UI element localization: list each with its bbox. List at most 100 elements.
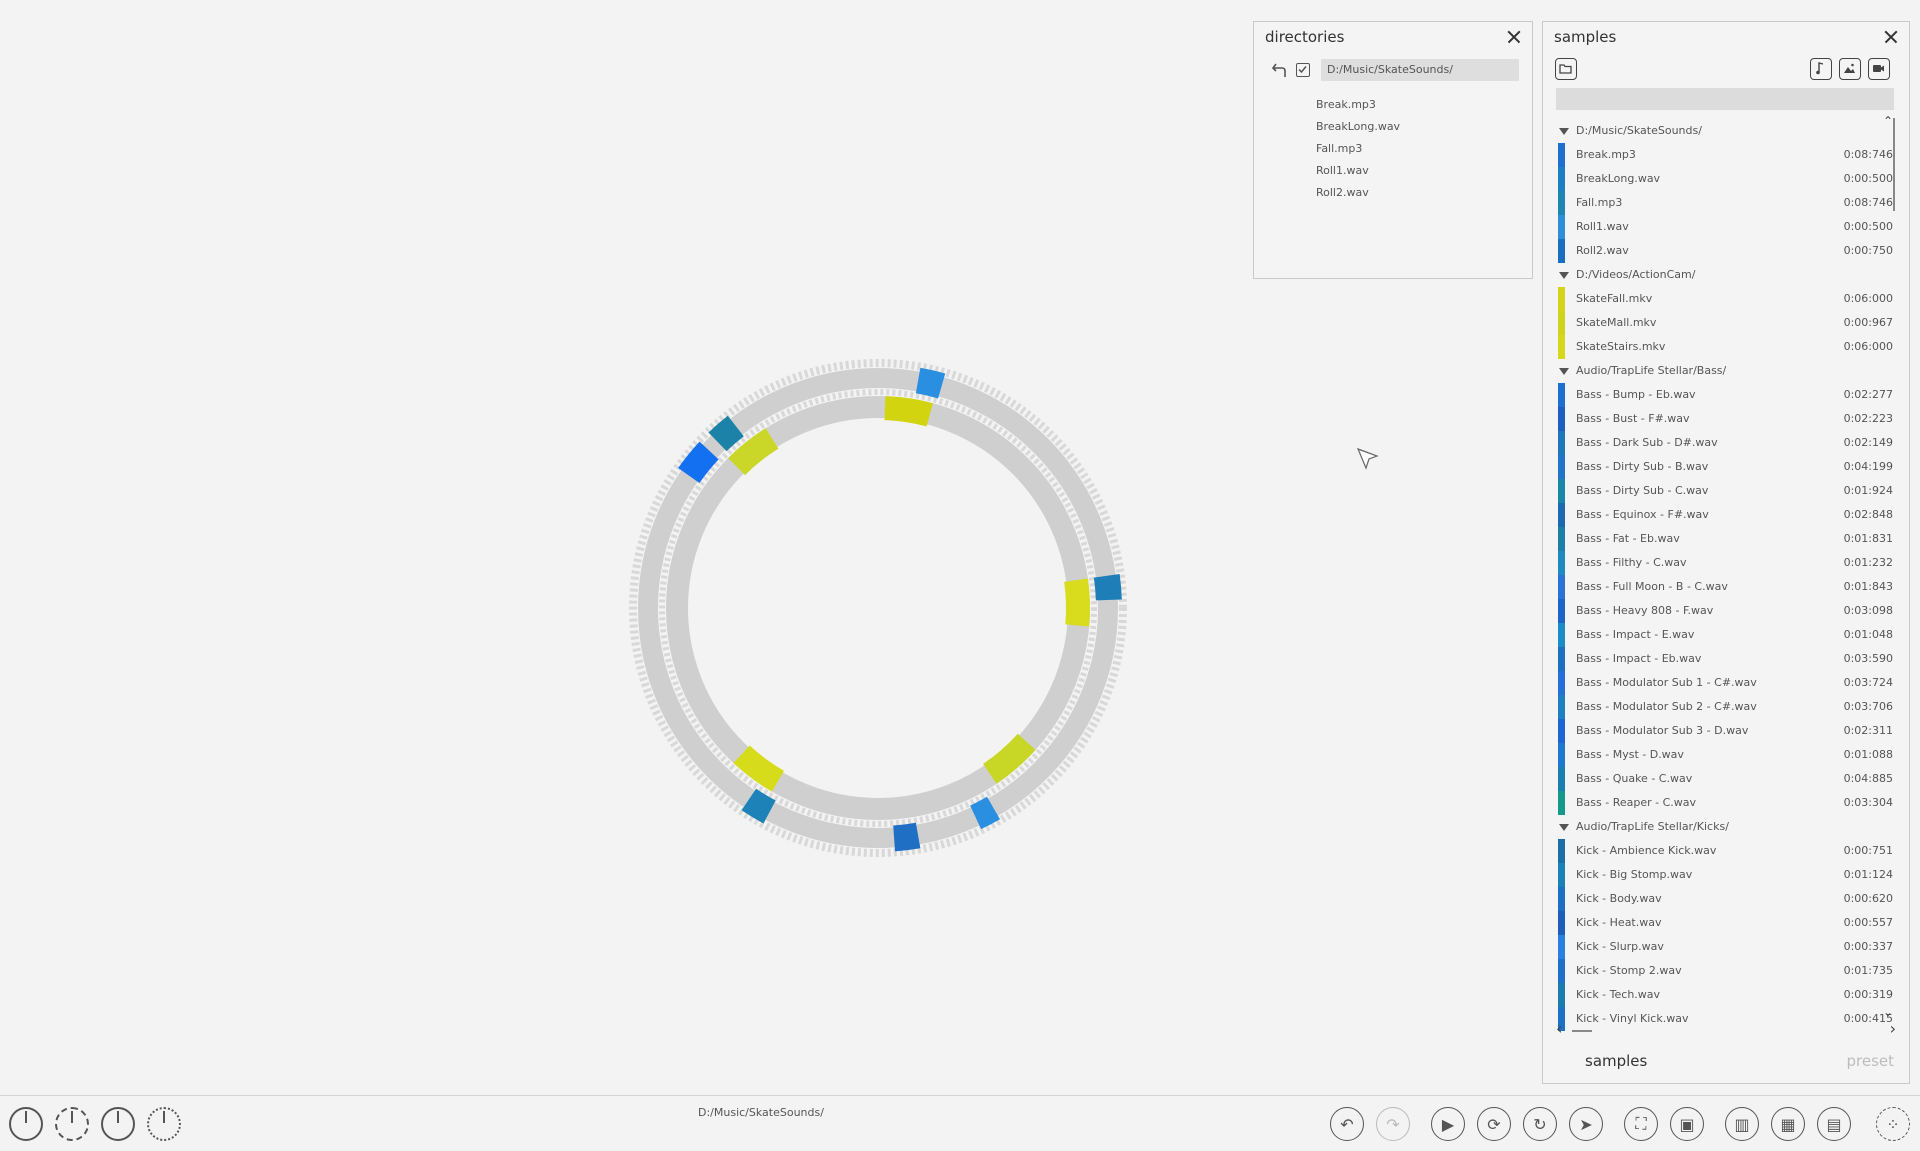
sample-color-bar (1558, 599, 1565, 623)
keyboard-button[interactable]: ▥ (1725, 1107, 1759, 1141)
sample-row[interactable]: Bass - Dirty Sub - C.wav 0:01:924 (1543, 479, 1893, 503)
scroll-up-chevron-icon[interactable]: ⌃ (1883, 114, 1893, 128)
sample-duration: 0:06:000 (1843, 292, 1893, 305)
horizontal-scrollbar[interactable]: ‹ › (1556, 1019, 1896, 1038)
sample-row[interactable]: Fall.mp3 0:08:746 (1543, 191, 1893, 215)
directories-close-icon[interactable] (1504, 27, 1524, 47)
sample-name: Bass - Myst - D.wav (1576, 748, 1684, 761)
settings-button[interactable]: ⁘ (1876, 1107, 1910, 1141)
sample-row[interactable]: SkateStairs.mkv 0:06:000 (1543, 335, 1893, 359)
directory-file-item[interactable]: BreakLong.wav (1316, 116, 1400, 138)
parent-directory-icon[interactable] (1271, 61, 1289, 79)
sample-row[interactable]: Kick - Tech.wav 0:00:319 (1543, 983, 1893, 1007)
sample-duration: 0:00:620 (1843, 892, 1893, 905)
sample-color-bar (1558, 143, 1565, 167)
directory-file-item[interactable]: Break.mp3 (1316, 94, 1400, 116)
knob-2[interactable] (55, 1107, 89, 1141)
sample-row[interactable]: Kick - Body.wav 0:00:620 (1543, 887, 1893, 911)
sample-group-header[interactable]: D:/Music/SkateSounds/ (1543, 119, 1893, 143)
sample-row[interactable]: Roll2.wav 0:00:750 (1543, 239, 1893, 263)
samples-close-icon[interactable] (1881, 27, 1901, 47)
display-button[interactable]: ▣ (1670, 1107, 1704, 1141)
status-bar: D:/Music/SkateSounds/ ↶ ↷ ▶ ⟳ ↻ ➤ ⛶ ▣ ▥ … (0, 1095, 1920, 1151)
sample-color-bar (1558, 383, 1565, 407)
play-button[interactable]: ▶ (1431, 1107, 1465, 1141)
loop-icon: ⟳ (1487, 1114, 1501, 1134)
sample-row[interactable]: Bass - Filthy - C.wav 0:01:232 (1543, 551, 1893, 575)
knob-3[interactable] (101, 1107, 135, 1141)
fit-view-button[interactable]: ⛶ (1624, 1107, 1658, 1141)
directory-path-input[interactable]: D:/Music/SkateSounds/ (1321, 59, 1519, 81)
sample-name: Bass - Impact - E.wav (1576, 628, 1695, 641)
undo-button[interactable]: ↶ (1330, 1107, 1364, 1141)
sample-row[interactable]: Bass - Reaper - C.wav 0:03:304 (1543, 791, 1893, 815)
sample-row[interactable]: Bass - Modulator Sub 1 - C#.wav 0:03:724 (1543, 671, 1893, 695)
sample-row[interactable]: Kick - Stomp 2.wav 0:01:735 (1543, 959, 1893, 983)
sample-row[interactable]: Break.mp3 0:08:746 (1543, 143, 1893, 167)
expand-triangle-icon[interactable] (1559, 368, 1569, 375)
tab-preset[interactable]: preset (1846, 1052, 1894, 1070)
sample-duration: 0:02:311 (1843, 724, 1893, 737)
samples-search-input[interactable] (1556, 88, 1894, 110)
outer-ring-segment (893, 822, 921, 852)
sample-row[interactable]: Bass - Fat - Eb.wav 0:01:831 (1543, 527, 1893, 551)
sample-color-bar (1558, 863, 1565, 887)
sample-group-path: Audio/TrapLife Stellar/Bass/ (1576, 364, 1727, 377)
sample-row[interactable]: Bass - Modulator Sub 2 - C#.wav 0:03:706 (1543, 695, 1893, 719)
sample-color-bar (1558, 191, 1565, 215)
directory-file-item[interactable]: Roll1.wav (1316, 160, 1400, 182)
horizontal-scroll-thumb[interactable] (1572, 1030, 1592, 1032)
sample-group-header[interactable]: Audio/TrapLife Stellar/Bass/ (1543, 359, 1893, 383)
expand-triangle-icon[interactable] (1559, 824, 1569, 831)
sample-row[interactable]: Bass - Impact - Eb.wav 0:03:590 (1543, 647, 1893, 671)
redo-button[interactable]: ↷ (1376, 1107, 1410, 1141)
sample-row[interactable]: Bass - Bump - Eb.wav 0:02:277 (1543, 383, 1893, 407)
directory-file-item[interactable]: Fall.mp3 (1316, 138, 1400, 160)
sample-row[interactable]: Kick - Heat.wav 0:00:557 (1543, 911, 1893, 935)
sample-group-header[interactable]: D:/Videos/ActionCam/ (1543, 263, 1893, 287)
sample-row[interactable]: Kick - Ambience Kick.wav 0:00:751 (1543, 839, 1893, 863)
filter-audio-button[interactable] (1810, 58, 1832, 80)
pointer-button[interactable]: ➤ (1569, 1107, 1603, 1141)
tab-samples[interactable]: samples (1585, 1052, 1647, 1070)
expand-triangle-icon[interactable] (1559, 272, 1569, 279)
filter-image-button[interactable] (1839, 58, 1861, 80)
sample-group-header[interactable]: Audio/TrapLife Stellar/Kicks/ (1543, 815, 1893, 839)
sample-row[interactable]: Bass - Impact - E.wav 0:01:048 (1543, 623, 1893, 647)
directory-file-item[interactable]: Roll2.wav (1316, 182, 1400, 204)
scroll-left-icon[interactable]: ‹ (1556, 1019, 1562, 1038)
loop-button[interactable]: ⟳ (1477, 1107, 1511, 1141)
scroll-right-icon[interactable]: › (1890, 1019, 1896, 1038)
expand-triangle-icon[interactable] (1559, 128, 1569, 135)
scroll-down-chevron-icon[interactable]: ⌄ (1883, 1005, 1893, 1019)
sample-row[interactable]: BreakLong.wav 0:00:500 (1543, 167, 1893, 191)
sample-row[interactable]: Kick - Slurp.wav 0:00:337 (1543, 935, 1893, 959)
film-button[interactable]: ▦ (1771, 1107, 1805, 1141)
sample-row[interactable]: Bass - Bust - F#.wav 0:02:223 (1543, 407, 1893, 431)
sample-row[interactable]: Bass - Modulator Sub 3 - D.wav 0:02:311 (1543, 719, 1893, 743)
sample-row[interactable]: Bass - Quake - C.wav 0:04:885 (1543, 767, 1893, 791)
sample-duration: 0:02:848 (1843, 508, 1893, 521)
sample-row[interactable]: Bass - Myst - D.wav 0:01:088 (1543, 743, 1893, 767)
pointer-icon: ➤ (1579, 1114, 1593, 1134)
sample-row[interactable]: Bass - Dirty Sub - B.wav 0:04:199 (1543, 455, 1893, 479)
document-button[interactable]: ▤ (1817, 1107, 1851, 1141)
sample-row[interactable]: Bass - Dark Sub - D#.wav 0:02:149 (1543, 431, 1893, 455)
sample-row[interactable]: Kick - Big Stomp.wav 0:01:124 (1543, 863, 1893, 887)
sample-row[interactable]: SkateFall.mkv 0:06:000 (1543, 287, 1893, 311)
rotate-button[interactable]: ↻ (1523, 1107, 1557, 1141)
open-folder-button[interactable] (1555, 58, 1577, 80)
knob-1[interactable] (9, 1107, 43, 1141)
sample-row[interactable]: Roll1.wav 0:00:500 (1543, 215, 1893, 239)
knob-4[interactable] (147, 1107, 181, 1141)
sample-row[interactable]: Bass - Equinox - F#.wav 0:02:848 (1543, 503, 1893, 527)
sample-row[interactable]: Bass - Heavy 808 - F.wav 0:03:098 (1543, 599, 1893, 623)
sample-name: Bass - Reaper - C.wav (1576, 796, 1697, 809)
outer-ring-segment (970, 796, 1000, 830)
filter-video-button[interactable] (1868, 58, 1890, 80)
sample-row[interactable]: SkateMall.mkv 0:00:967 (1543, 311, 1893, 335)
sample-duration: 0:04:885 (1843, 772, 1893, 785)
sample-row[interactable]: Bass - Full Moon - B - C.wav 0:01:843 (1543, 575, 1893, 599)
select-all-checkbox[interactable] (1296, 63, 1310, 77)
vertical-scrollbar[interactable] (1893, 118, 1895, 211)
